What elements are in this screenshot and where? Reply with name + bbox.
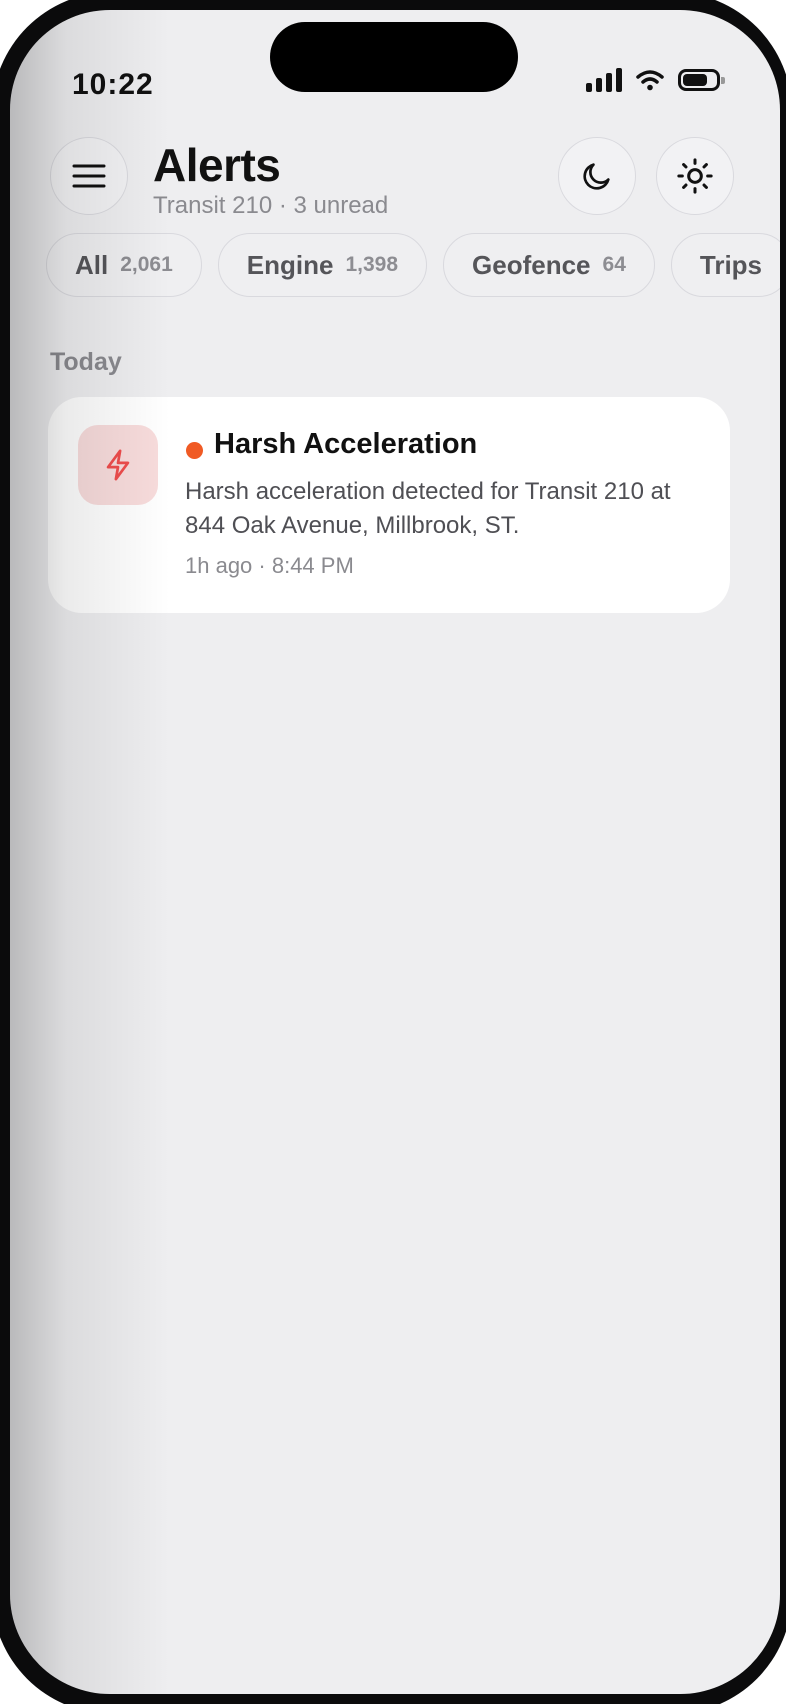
filter-chip-count: 1,398 (345, 253, 399, 276)
wifi-icon (636, 70, 664, 91)
filter-chip-count: 64 (602, 253, 626, 276)
filter-chip-label: Trips (699, 249, 763, 280)
page-title: Alerts (153, 139, 281, 191)
status-icons (586, 68, 725, 92)
filter-chip-count: 2,061 (120, 253, 173, 276)
filter-chip-label: All (75, 249, 109, 280)
dark-mode-button[interactable] (558, 137, 636, 215)
filter-chip-label: Engine (246, 249, 334, 280)
alert-card[interactable]: Harsh Acceleration Harsh acceleration de… (48, 397, 730, 613)
sun-icon (677, 158, 713, 194)
filter-chip-engine[interactable]: Engine 1,398 (217, 233, 428, 297)
hamburger-menu-icon (72, 164, 106, 188)
filter-chips: All 2,061 Engine 1,398 Geofence 64 Trips (46, 233, 780, 297)
alert-timestamp: 1h ago · 8:44 PM (185, 553, 354, 578)
dynamic-island (270, 22, 518, 92)
menu-button[interactable] (50, 137, 128, 215)
filter-chip-all[interactable]: All 2,061 (46, 233, 202, 297)
unread-dot (186, 442, 203, 459)
battery-icon (678, 69, 725, 91)
moon-icon (583, 163, 610, 190)
alert-title: Harsh Acceleration (214, 428, 478, 460)
status-time: 10:22 (72, 68, 154, 101)
filter-chip-label: Geofence (472, 249, 591, 280)
light-mode-button[interactable] (656, 137, 734, 215)
page-subtitle: Transit 210 · 3 unread (153, 192, 389, 219)
lightning-icon (106, 449, 130, 481)
alert-body: Harsh acceleration detected for Transit … (185, 478, 671, 539)
section-label-today: Today (50, 348, 122, 376)
filter-chip-geofence[interactable]: Geofence 64 (443, 233, 655, 297)
filter-chip-trips[interactable]: Trips (670, 233, 780, 297)
cellular-signal-icon (586, 68, 622, 92)
alert-icon-tile (78, 425, 158, 505)
app-screen: 10:22 Alerts Transit 210 · 3 unread All … (10, 10, 780, 1694)
phone-device: 10:22 Alerts Transit 210 · 3 unread All … (0, 0, 786, 1704)
